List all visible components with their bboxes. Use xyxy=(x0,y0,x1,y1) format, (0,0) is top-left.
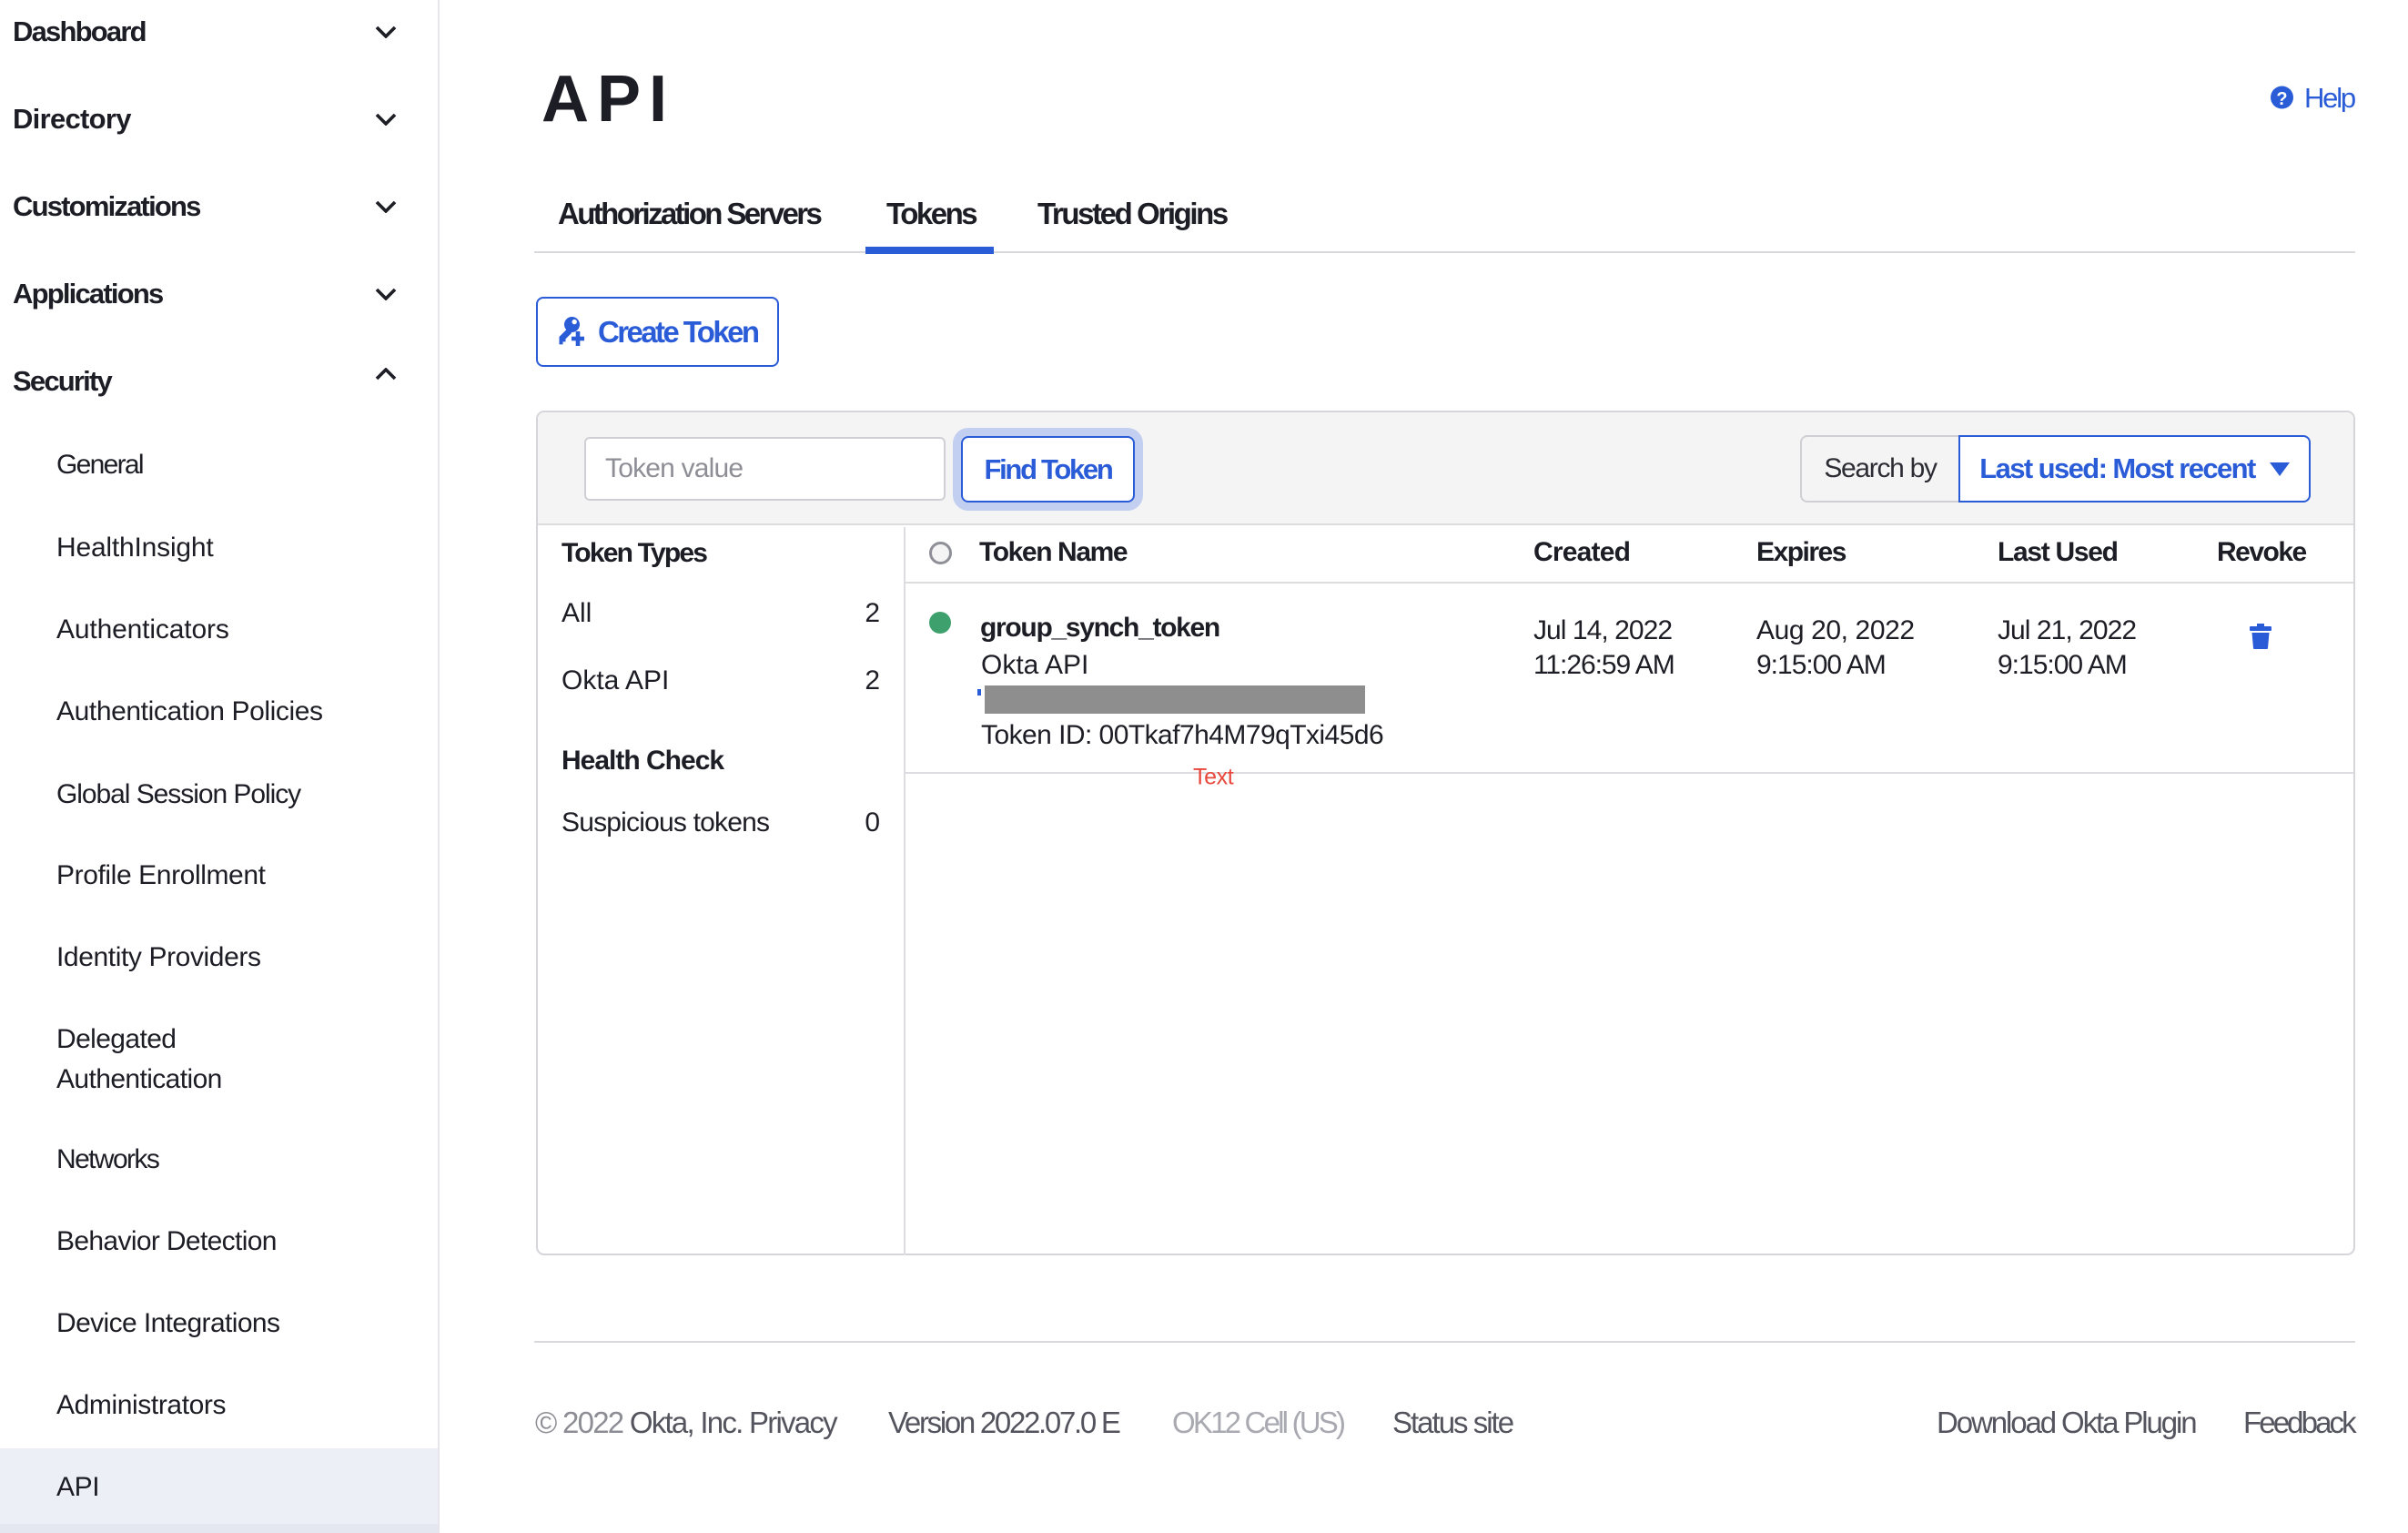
svg-text:?: ? xyxy=(2276,89,2287,109)
svg-text:Help: Help xyxy=(2304,85,2355,112)
